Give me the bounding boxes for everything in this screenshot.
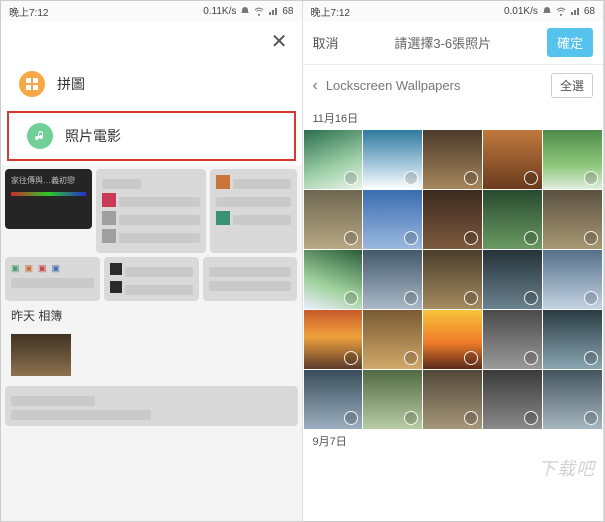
photo-cell[interactable] [304, 190, 363, 249]
photo-cell[interactable] [483, 310, 542, 369]
photo-cell[interactable] [363, 190, 422, 249]
select-circle-icon[interactable] [524, 171, 538, 185]
section-date: 9月7日 [303, 429, 604, 453]
select-circle-icon[interactable] [344, 411, 358, 425]
select-circle-icon[interactable] [404, 411, 418, 425]
select-circle-icon[interactable] [524, 291, 538, 305]
select-circle-icon[interactable] [464, 231, 478, 245]
photo-cell[interactable] [543, 190, 602, 249]
do-not-disturb-icon [240, 6, 250, 16]
status-battery: 68 [584, 6, 595, 17]
select-circle-icon[interactable] [584, 411, 598, 425]
select-circle-icon[interactable] [524, 411, 538, 425]
select-circle-icon[interactable] [404, 351, 418, 365]
status-time: 晚上7:12 [311, 4, 350, 19]
watermark: 下载吧 [538, 455, 595, 481]
select-circle-icon[interactable] [464, 351, 478, 365]
grid-icon [19, 71, 45, 97]
folder-path[interactable]: Lockscreen Wallpapers [326, 78, 461, 93]
select-all-button[interactable]: 全選 [551, 73, 593, 98]
select-circle-icon[interactable] [584, 231, 598, 245]
option-label: 拼圖 [57, 74, 85, 94]
photo-cell[interactable] [423, 250, 482, 309]
photo-cell[interactable] [363, 130, 422, 189]
confirm-button[interactable]: 確定 [547, 28, 593, 57]
photo-cell[interactable] [423, 190, 482, 249]
select-circle-icon[interactable] [524, 351, 538, 365]
photo-cell[interactable] [363, 310, 422, 369]
picker-title: 請選擇3-6張照片 [394, 33, 491, 52]
photo-cell[interactable] [363, 250, 422, 309]
left-phone: 晚上7:12 0.11K/s 68 ✕ 拼圖 照片電影 家往傳與…義初戀 [1, 1, 303, 521]
photo-cell[interactable] [483, 190, 542, 249]
do-not-disturb-icon [542, 6, 552, 16]
status-speed: 0.01K/s [504, 6, 538, 17]
option-collage[interactable]: 拼圖 [1, 61, 302, 107]
photo-cell[interactable] [423, 310, 482, 369]
photo-cell[interactable] [423, 130, 482, 189]
status-time: 晚上7:12 [9, 4, 48, 19]
photo-cell[interactable] [543, 370, 602, 429]
photo-cell[interactable] [304, 130, 363, 189]
option-label: 照片電影 [65, 126, 121, 146]
photo-cell[interactable] [304, 310, 363, 369]
right-phone: 晚上7:12 0.01K/s 68 取消 請選擇3-6張照片 確定 ‹ Lock… [303, 1, 605, 521]
wifi-icon [254, 6, 264, 16]
select-circle-icon[interactable] [584, 171, 598, 185]
select-circle-icon[interactable] [464, 171, 478, 185]
section-date: 11月16日 [303, 106, 604, 130]
signal-icon [570, 6, 580, 16]
bg-section-title: 昨天 相簿 [1, 301, 302, 330]
select-circle-icon[interactable] [524, 231, 538, 245]
close-row: ✕ [1, 21, 302, 61]
photo-cell[interactable] [423, 370, 482, 429]
photo-cell[interactable] [543, 250, 602, 309]
photo-cell[interactable] [483, 130, 542, 189]
picker-header: 取消 請選擇3-6張照片 確定 [303, 21, 604, 65]
status-bar: 晚上7:12 0.01K/s 68 [303, 1, 604, 21]
photo-cell[interactable] [543, 310, 602, 369]
photo-cell[interactable] [483, 370, 542, 429]
photo-cell[interactable] [483, 250, 542, 309]
status-battery: 68 [282, 6, 293, 17]
close-icon[interactable]: ✕ [271, 29, 288, 54]
background-gallery: 家往傳與…義初戀 ▣▣▣▣ [1, 165, 302, 521]
photo-cell[interactable] [543, 130, 602, 189]
breadcrumb: ‹ Lockscreen Wallpapers 全選 [303, 65, 604, 106]
photo-grid [303, 130, 604, 429]
back-icon[interactable]: ‹ [313, 77, 318, 95]
select-circle-icon[interactable] [584, 291, 598, 305]
photo-cell[interactable] [304, 370, 363, 429]
signal-icon [268, 6, 278, 16]
album-thumb [11, 334, 71, 376]
photo-cell[interactable] [363, 370, 422, 429]
option-photo-movie[interactable]: 照片電影 [7, 111, 296, 161]
music-note-icon [27, 123, 53, 149]
status-speed: 0.11K/s [203, 6, 236, 17]
select-circle-icon[interactable] [584, 351, 598, 365]
select-circle-icon[interactable] [464, 411, 478, 425]
select-circle-icon[interactable] [464, 291, 478, 305]
select-circle-icon[interactable] [404, 291, 418, 305]
select-circle-icon[interactable] [344, 351, 358, 365]
photo-cell[interactable] [304, 250, 363, 309]
status-bar: 晚上7:12 0.11K/s 68 [1, 1, 302, 21]
wifi-icon [556, 6, 566, 16]
cancel-button[interactable]: 取消 [313, 33, 339, 52]
